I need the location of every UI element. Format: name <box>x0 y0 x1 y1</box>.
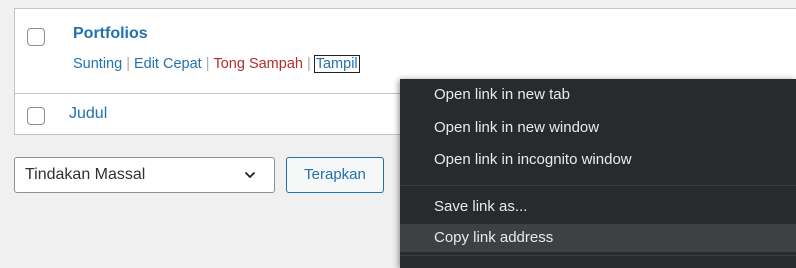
apply-button[interactable]: Terapkan <box>286 157 384 193</box>
quick-edit-link[interactable]: Edit Cepat <box>134 56 202 72</box>
post-title-link[interactable]: Portfolios <box>73 25 148 43</box>
separator: | <box>126 56 130 72</box>
separator: | <box>306 56 311 72</box>
bulk-actions-select[interactable]: Tindakan Massal <box>14 157 275 193</box>
wp-admin-posts-screen: Portfolios Sunting | Edit Cepat | Tong S… <box>0 0 796 268</box>
row-actions: Sunting | Edit Cepat | Tong Sampah | Tam… <box>73 55 360 73</box>
post-title-link[interactable]: Judul <box>69 105 107 123</box>
menu-item-open-incognito[interactable]: Open link in incognito window <box>400 146 796 174</box>
menu-separator <box>400 185 796 186</box>
menu-item-copy-link-address[interactable]: Copy link address <box>400 224 796 252</box>
menu-item-open-new-window[interactable]: Open link in new window <box>400 114 796 142</box>
menu-separator <box>400 255 796 256</box>
context-menu: Open link in new tab Open link in new wi… <box>400 79 796 268</box>
bulk-actions-selected: Tindakan Massal <box>25 166 146 183</box>
chevron-down-icon <box>244 171 256 179</box>
trash-link[interactable]: Tong Sampah <box>213 56 302 72</box>
edit-link[interactable]: Sunting <box>73 56 122 72</box>
row-checkbox[interactable] <box>27 28 45 46</box>
menu-item-open-new-tab[interactable]: Open link in new tab <box>400 81 796 109</box>
separator: | <box>205 56 210 72</box>
menu-item-save-link-as[interactable]: Save link as... <box>400 193 796 221</box>
row-checkbox[interactable] <box>27 107 45 125</box>
view-link[interactable]: Tampil <box>313 55 360 73</box>
